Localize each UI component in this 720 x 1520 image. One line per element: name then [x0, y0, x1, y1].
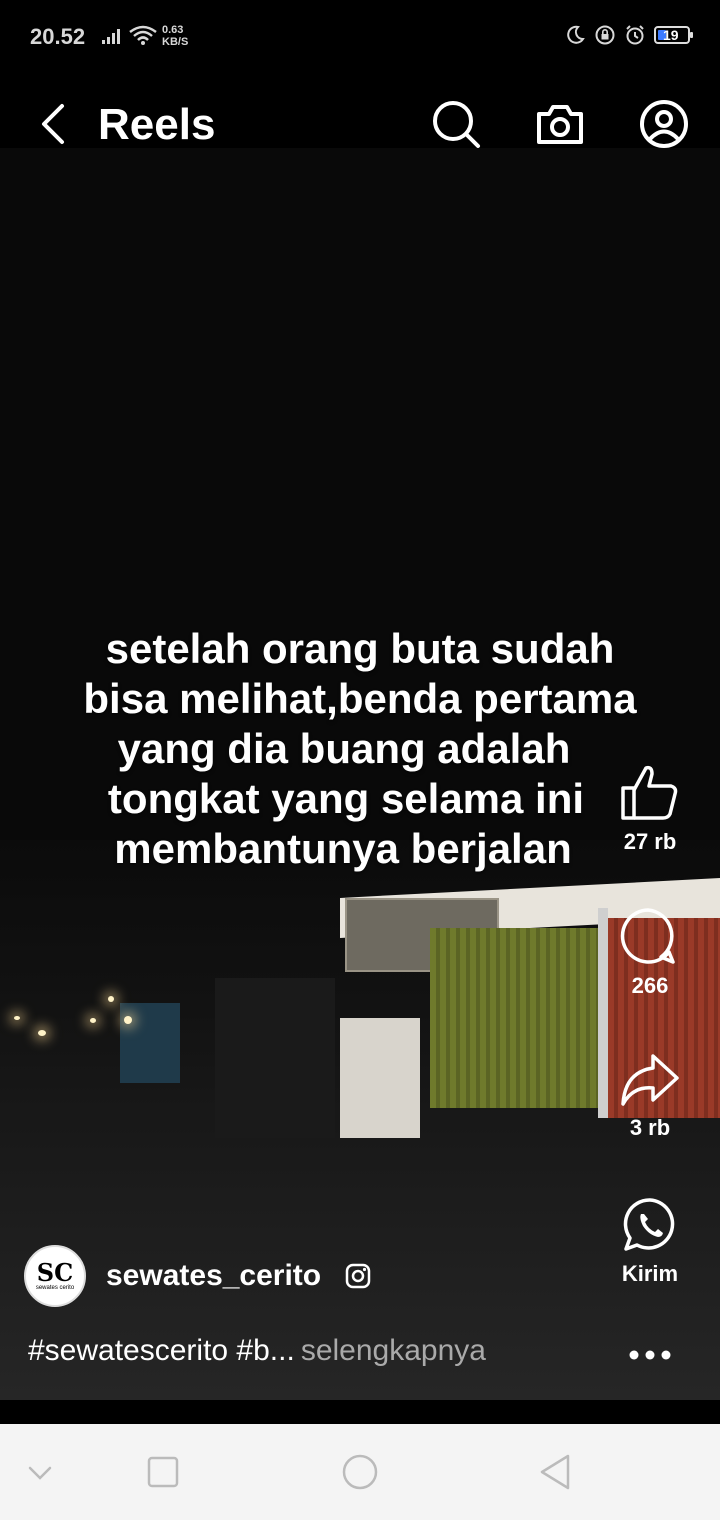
author-row: SC sewates cerito sewates_cerito: [24, 1244, 371, 1308]
status-time: 20.52: [30, 24, 86, 49]
street-light: [90, 1018, 96, 1023]
reels-header: Reels: [0, 72, 720, 150]
battery-indicator: 19: [654, 26, 693, 44]
caption-line: tongkat yang selama ini: [107, 775, 585, 822]
comment-count: 266: [631, 973, 669, 998]
home-icon[interactable]: [340, 1454, 380, 1494]
shop-blue-stall: [120, 1003, 180, 1083]
street-light: [14, 1016, 20, 1020]
recents-icon[interactable]: [146, 1454, 180, 1490]
reel-caption: setelah orang buta sudah bisa melihat,be…: [30, 624, 690, 874]
back-icon[interactable]: [536, 1454, 576, 1494]
caption-line: membantunya berjalan: [114, 825, 572, 872]
alarm-icon: [626, 25, 644, 45]
instagram-icon: [345, 1263, 371, 1289]
shop-dark-stall: [215, 978, 335, 1138]
like-count: 27 rb: [623, 829, 677, 854]
signal-icon: [102, 29, 120, 44]
network-speed: 0.63 KB/S: [162, 24, 189, 48]
search-icon[interactable]: [430, 98, 482, 150]
street-light: [124, 1016, 132, 1024]
caption-line: yang dia buang adalah: [117, 725, 571, 772]
thumbs-up-icon: [621, 765, 678, 820]
whatsapp-icon: [623, 1198, 675, 1251]
hashtags: #sewatescerito #b...: [28, 1334, 295, 1367]
status-bar: 20.52 0.63 KB/S 19: [0, 0, 720, 72]
like-button[interactable]: 27 rb: [600, 762, 700, 855]
share-count: 3 rb: [629, 1115, 671, 1140]
share-arrow-icon: [621, 1054, 679, 1106]
share-button[interactable]: 3 rb: [600, 1052, 700, 1141]
street-light: [108, 996, 114, 1002]
system-nav-bar: [0, 1424, 720, 1520]
rotation-lock-icon: [595, 25, 615, 45]
send-label: Kirim: [621, 1261, 679, 1286]
shop-front-white: [340, 1018, 420, 1138]
street-light: [38, 1030, 46, 1036]
wifi-icon: [129, 25, 157, 45]
caption-line: setelah orang buta sudah: [105, 625, 615, 672]
caption-line: bisa melihat,benda pertama: [83, 675, 637, 722]
page-title: Reels: [98, 100, 216, 149]
camera-icon[interactable]: [534, 98, 586, 150]
moon-icon: [567, 25, 585, 44]
comment-icon: [620, 908, 675, 964]
more-options-icon[interactable]: [628, 1340, 672, 1370]
reel-description[interactable]: #sewatescerito #b... selengkapnya: [28, 1334, 486, 1368]
profile-icon[interactable]: [638, 98, 690, 150]
username[interactable]: sewates_cerito: [106, 1259, 321, 1293]
avatar[interactable]: SC sewates cerito: [24, 1245, 86, 1307]
shop-shutter-green: [430, 928, 600, 1108]
send-whatsapp-button[interactable]: Kirim: [600, 1196, 700, 1287]
back-arrow-icon[interactable]: [36, 102, 70, 146]
see-more-link[interactable]: selengkapnya: [301, 1334, 486, 1367]
chevron-down-icon[interactable]: [26, 1454, 54, 1490]
comment-button[interactable]: 266: [600, 906, 700, 999]
